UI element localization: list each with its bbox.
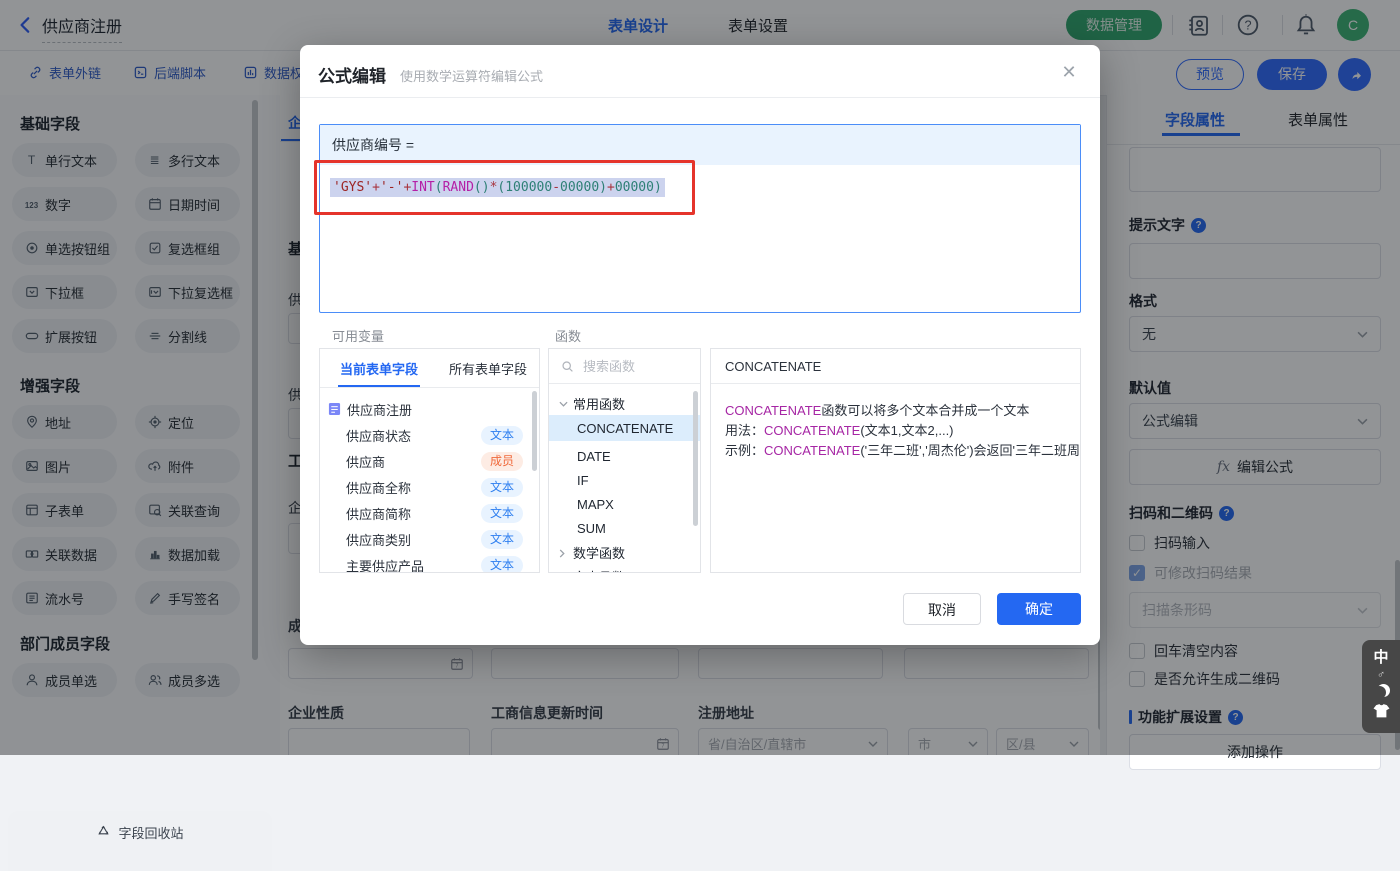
functions-label: 函数 [555, 329, 582, 344]
tab-current-form-fields[interactable]: 当前表单字段 [337, 359, 421, 387]
type-badge: 文本 [480, 425, 523, 445]
formula-target-field: 供应商编号 = [320, 125, 1080, 165]
formula-edit-modal: 公式编辑 使用数学运算符编辑公式 ✕ 供应商编号 = 'GYS'+'-'+INT… [300, 45, 1100, 645]
search-icon [562, 360, 573, 372]
function-description-panel: CONCATENATE CONCATENATE函数可以将多个文本合并成一个文本 … [710, 348, 1081, 573]
example-line: 示例：CONCATENATE('三年二班','周杰伦')会返回'三年二班周杰伦' [725, 443, 1081, 458]
function-search-input[interactable] [581, 357, 685, 375]
gender-icon[interactable]: ♂ [1377, 670, 1385, 681]
tab-all-form-fields[interactable]: 所有表单字段 [449, 359, 527, 378]
variable-row[interactable]: 主要供应产品 文本 [320, 553, 539, 572]
variable-row[interactable]: 供应商全称 文本 [320, 475, 539, 499]
tshirt-icon[interactable] [1373, 704, 1390, 718]
type-badge: 文本 [480, 555, 523, 572]
confirm-button[interactable]: 确定 [997, 593, 1081, 625]
function-item-concatenate[interactable]: CONCATENATE [549, 415, 700, 441]
function-group-text[interactable]: 文本函数 [549, 564, 700, 573]
cancel-button[interactable]: 取消 [903, 593, 981, 625]
dark-mode-moon-icon[interactable] [1373, 686, 1386, 699]
variables-tree-root[interactable]: 供应商注册 [320, 397, 539, 421]
browser-extension-widget[interactable]: 中 ♂ [1362, 640, 1400, 733]
variables-scrollbar[interactable] [532, 391, 537, 471]
close-icon[interactable]: ✕ [1058, 61, 1080, 83]
variables-panel: 当前表单字段 所有表单字段 供应商注册 供应商状态 文本 供应商 成员 供应商全称文… [319, 348, 540, 573]
variable-row[interactable]: 供应商类别 文本 [320, 527, 539, 551]
recycle-icon [96, 823, 111, 871]
chevron-right-icon [559, 545, 569, 560]
divider [300, 97, 1100, 98]
field-recycle-bin[interactable]: 字段回收站 [8, 811, 272, 871]
variables-label: 可用变量 [332, 329, 385, 344]
function-search[interactable] [549, 349, 700, 384]
variable-row[interactable]: 供应商简称 文本 [320, 501, 539, 525]
modal-subtitle: 使用数学运算符编辑公式 [400, 69, 544, 84]
variable-row[interactable]: 供应商 成员 [320, 449, 539, 473]
chevron-right-icon [559, 569, 569, 573]
chinese-lang-icon[interactable]: 中 [1373, 646, 1388, 667]
formula-editor[interactable]: 供应商编号 = 'GYS'+'-'+INT(RAND()*(100000-000… [319, 124, 1081, 313]
modal-title: 公式编辑 [318, 67, 386, 86]
function-item-if[interactable]: IF [549, 468, 700, 492]
function-item-sum[interactable]: SUM [549, 516, 700, 540]
chevron-down-icon [559, 396, 569, 411]
type-badge: 文本 [480, 477, 523, 497]
type-badge: 成员 [480, 451, 523, 471]
form-doc-icon [328, 402, 341, 416]
function-description-title: CONCATENATE [711, 349, 1080, 384]
functions-scrollbar[interactable] [693, 391, 698, 526]
function-group-common[interactable]: 常用函数 [549, 391, 700, 415]
red-highlight-annotation [314, 160, 695, 215]
usage-line: 用法：CONCATENATE(文本1,文本2,...) [725, 423, 954, 438]
type-badge: 文本 [480, 529, 523, 549]
function-item-date[interactable]: DATE [549, 444, 700, 468]
description-line: CONCATENATE函数可以将多个文本合并成一个文本 [725, 403, 1030, 418]
function-item-mapx[interactable]: MAPX [549, 492, 700, 516]
variable-row[interactable]: 供应商状态 文本 [320, 423, 539, 447]
function-group-math[interactable]: 数学函数 [549, 540, 700, 564]
type-badge: 文本 [480, 503, 523, 523]
recycle-label: 字段回收站 [118, 826, 184, 841]
variables-tabs: 当前表单字段 所有表单字段 [320, 349, 539, 388]
functions-panel: 常用函数 CONCATENATE DATE IF MAPX SUM 数学函数 文… [548, 348, 701, 573]
